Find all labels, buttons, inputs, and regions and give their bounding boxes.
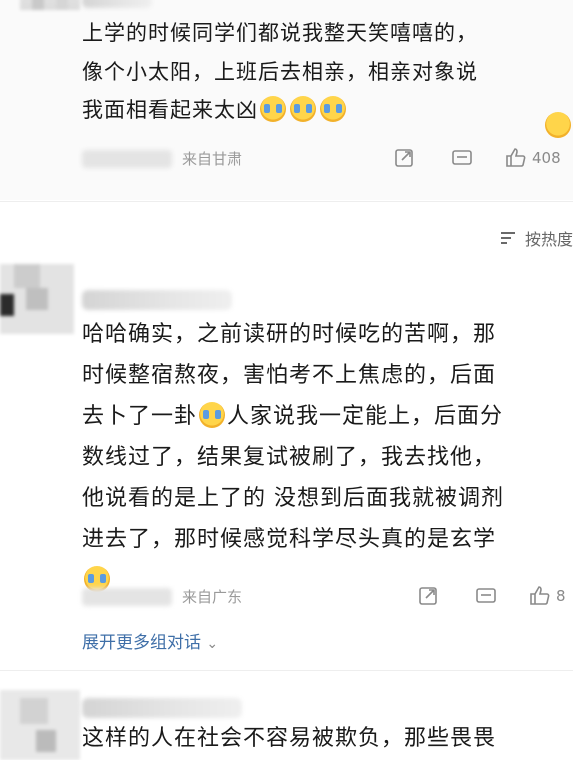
share-button[interactable] — [392, 146, 416, 170]
comment-line: 数线过了，结果复试被刷了，我去找他， — [82, 445, 497, 470]
comment-line: 像个小太阳，上班后去相亲，相亲对象说 — [82, 59, 478, 84]
comment-line: 他说看的是上了的 没想到后面我就被调剂 — [82, 486, 504, 511]
crying-face-icon — [199, 402, 226, 428]
comment-1: 上学的时候同学们都说我整天笑嘻嘻的， 像个小太阳，上班后去相亲，相亲对象说 我面… — [0, 0, 573, 200]
location-label: 来自广东 — [182, 588, 243, 606]
username-blurred[interactable] — [82, 0, 152, 8]
comment-line: 我面相看起来太凶 — [82, 98, 258, 122]
comment-line: 这样的人在社会不容易被欺负，那些畏畏 — [82, 726, 497, 751]
comment-meta: 来自甘肃 408 — [0, 142, 573, 176]
expand-label: 展开更多组对话 — [82, 633, 201, 653]
crying-face-icon — [260, 96, 286, 122]
like-button[interactable]: 8 — [528, 584, 566, 608]
username-blurred[interactable] — [82, 698, 242, 718]
comment-meta: 来自广东 8 — [0, 580, 573, 614]
comment-2: 哈哈确实，之前读研的时候吃的苦啊，那 时候整宿熬夜，害怕考不上焦虑的，后面 去卜… — [0, 222, 573, 662]
thumb-up-icon — [506, 148, 526, 167]
divider — [0, 670, 573, 671]
comment-button[interactable] — [474, 584, 498, 608]
share-icon — [395, 149, 413, 167]
timestamp-blurred — [82, 150, 172, 168]
like-button[interactable]: 408 — [504, 146, 561, 170]
comment-line-with-emoji: 去卜了一卦 人家说我一定能上，后面分 — [82, 396, 567, 437]
avatar[interactable] — [20, 0, 80, 10]
chevron-down-icon: ⌄ — [206, 636, 219, 652]
divider — [0, 201, 573, 202]
share-icon — [419, 587, 437, 605]
comment-button[interactable] — [450, 146, 474, 170]
comment-line: 去卜了一卦 — [82, 404, 198, 429]
comment-icon — [476, 588, 496, 603]
comment-icon — [452, 150, 472, 165]
comment-text: 上学的时候同学们都说我整天笑嘻嘻的， 像个小太阳，上班后去相亲，相亲对象说 我面… — [82, 14, 567, 130]
expand-conversation-link[interactable]: 展开更多组对话 ⌄ — [82, 628, 218, 653]
avatar[interactable] — [0, 690, 80, 760]
like-count: 8 — [556, 587, 566, 605]
comment-line: 哈哈确实，之前读研的时候吃的苦啊，那 — [82, 322, 497, 347]
crying-face-icon — [320, 96, 346, 122]
timestamp-blurred — [82, 588, 172, 606]
share-button[interactable] — [416, 584, 440, 608]
location-label: 来自甘肃 — [182, 150, 243, 168]
comment-line: 上学的时候同学们都说我整天笑嘻嘻的， — [82, 21, 478, 45]
comment-3: 这样的人在社会不容易被欺负，那些畏畏 — [0, 690, 573, 760]
crying-face-icon — [290, 96, 316, 122]
thumb-up-icon — [530, 586, 550, 605]
username-blurred[interactable] — [82, 290, 232, 310]
like-count: 408 — [532, 149, 561, 167]
comment-text: 这样的人在社会不容易被欺负，那些畏畏 — [82, 720, 567, 757]
comment-line: 人家说我一定能上，后面分 — [227, 404, 504, 429]
floating-emoji-icon — [545, 112, 571, 138]
comment-line: 进去了，那时候感觉科学尽头真的是玄学 — [82, 527, 497, 552]
comment-line-with-emoji: 我面相看起来太凶 — [82, 91, 567, 130]
avatar[interactable] — [0, 264, 74, 334]
comment-text: 哈哈确实，之前读研的时候吃的苦啊，那 时候整宿熬夜，害怕考不上焦虑的，后面 去卜… — [82, 314, 567, 601]
comment-line: 时候整宿熬夜，害怕考不上焦虑的，后面 — [82, 363, 497, 388]
